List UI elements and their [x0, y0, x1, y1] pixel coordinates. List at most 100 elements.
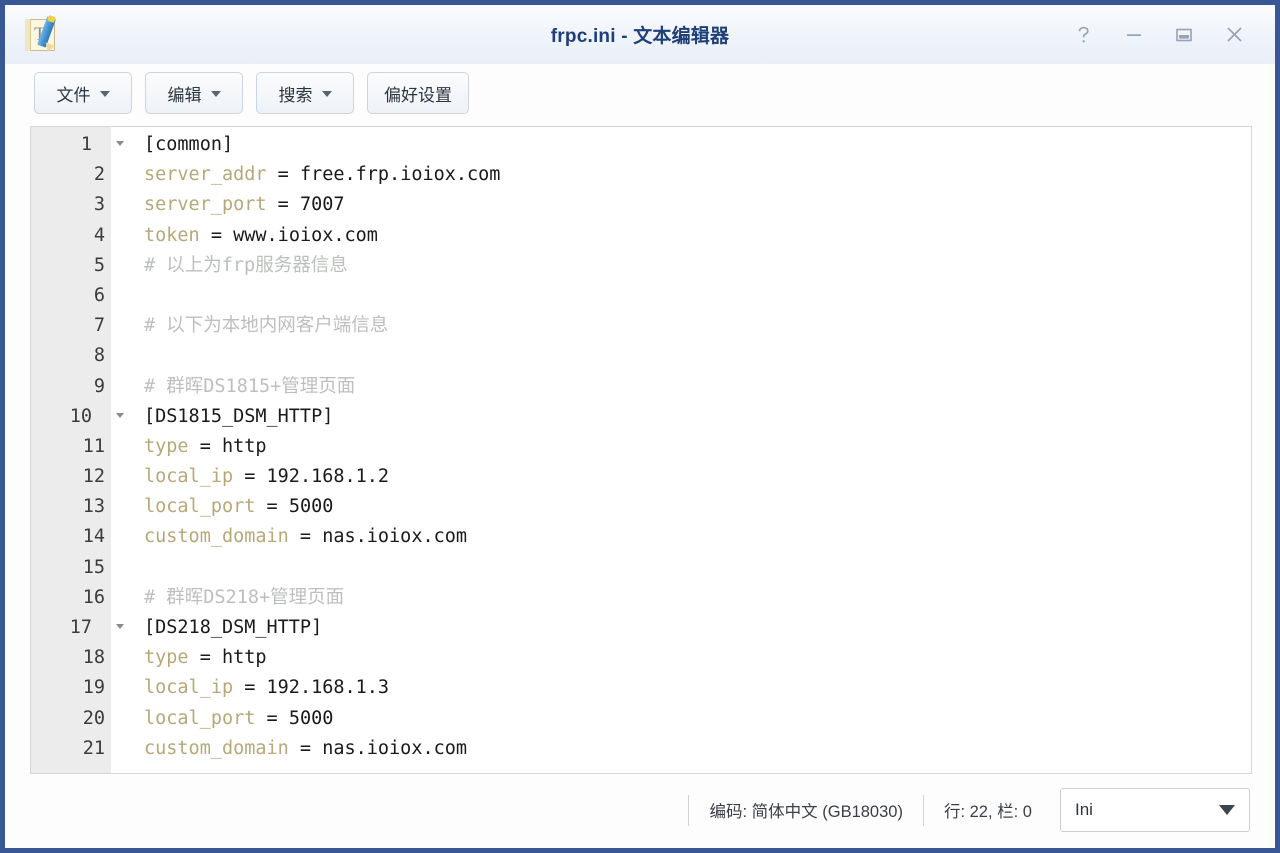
token-val: nas.ioiox.com [322, 526, 468, 548]
text-editor-icon: T [23, 14, 61, 54]
code-line[interactable]: # 以上为frp服务器信息 [144, 251, 1251, 281]
chevron-down-icon [321, 91, 332, 97]
menu-button-edit-label: 编辑 [167, 85, 202, 105]
menu-button-preferences-label: 偏好设置 [384, 85, 452, 105]
code-line[interactable]: local_ip = 192.168.1.3 [144, 673, 1251, 703]
menu-button-search-label: 搜索 [278, 85, 313, 105]
code-line[interactable]: local_ip = 192.168.1.2 [144, 462, 1251, 492]
token-key: custom_domain [144, 737, 289, 759]
code-line[interactable]: [common] [144, 130, 1251, 160]
code-line[interactable]: [DS218_DSM_HTTP] [144, 613, 1251, 643]
line-number: 17 [31, 613, 124, 643]
token-op: = [233, 677, 267, 699]
token-op: = [288, 526, 323, 548]
window-controls [1071, 22, 1261, 48]
code-line[interactable]: # 以下为本地内网客户端信息 [144, 311, 1251, 341]
token-op: = [288, 737, 323, 759]
token-op: = [199, 224, 234, 246]
line-number: 9 [93, 375, 105, 397]
line-number: 4 [93, 224, 105, 246]
token-comment: # 群晖DS218+管理页面 [144, 586, 345, 608]
token-op: = [233, 466, 267, 488]
cursor-position-status[interactable]: 行: 22, 栏: 0 [944, 798, 1032, 822]
token-section: [DS218_DSM_HTTP] [144, 617, 323, 638]
menu-button-file-label: 文件 [56, 85, 91, 105]
code-line[interactable] [144, 341, 1251, 371]
line-number: 12 [82, 466, 105, 488]
fold-toggle-icon[interactable] [116, 412, 124, 418]
token-val: 7007 [299, 194, 345, 216]
code-line[interactable] [144, 553, 1251, 583]
line-number: 18 [82, 647, 105, 669]
line-number: 13 [82, 496, 105, 518]
minimize-button[interactable] [1121, 22, 1147, 48]
token-key: local_port [144, 496, 256, 518]
token-key: server_addr [144, 164, 267, 186]
token-val: http [221, 435, 267, 457]
code-line[interactable]: server_addr = free.frp.ioiox.com [144, 160, 1251, 190]
editor-area[interactable]: 1 2 3 4 5 6 7 8 9 10 11 12 13 14 15 16 17 18 19 20 21 [commo… [30, 126, 1252, 774]
token-comment: # 以上为frp服务器信息 [144, 254, 348, 276]
line-number: 11 [82, 435, 105, 457]
token-val: 192.168.1.2 [266, 466, 390, 488]
code-line[interactable]: custom_domain = nas.ioiox.com [144, 734, 1251, 764]
code-line[interactable]: local_port = 5000 [144, 492, 1251, 522]
code-line[interactable] [144, 281, 1251, 311]
status-bar: 编码: 简体中文 (GB18030) 行: 22, 栏: 0 Ini [5, 774, 1275, 848]
status-separator [688, 794, 690, 826]
line-number: 21 [82, 737, 105, 759]
token-op: = [266, 194, 300, 216]
token-key: local_ip [144, 677, 234, 699]
line-number: 10 [31, 402, 124, 432]
line-number: 19 [82, 677, 105, 699]
token-key: token [144, 224, 200, 246]
line-number: 20 [82, 707, 105, 729]
token-key: local_port [144, 707, 256, 729]
language-select[interactable]: Ini [1060, 788, 1250, 832]
token-section: [DS1815_DSM_HTTP] [144, 405, 334, 427]
code-line[interactable]: # 群晖DS1815+管理页面 [144, 372, 1251, 402]
code-line[interactable]: custom_domain = nas.ioiox.com [144, 522, 1251, 552]
token-op: = [266, 164, 300, 186]
line-number: 7 [93, 315, 105, 337]
code-line[interactable]: type = http [144, 643, 1251, 673]
code-lines[interactable]: [common] server_addr = free.frp.ioiox.com… [111, 127, 1251, 773]
menu-button-preferences[interactable]: 偏好设置 [367, 72, 469, 114]
code-view: 1 2 3 4 5 6 7 8 9 10 11 12 13 14 15 16 17 18 19 20 21 [commo… [31, 127, 1251, 773]
help-button[interactable] [1071, 22, 1097, 48]
chevron-down-icon [1219, 805, 1235, 815]
close-button[interactable] [1221, 22, 1247, 48]
line-number: 5 [93, 254, 105, 276]
token-val: 5000 [288, 496, 334, 518]
line-number: 2 [93, 164, 105, 186]
token-val: 192.168.1.3 [266, 677, 390, 699]
maximize-button[interactable] [1171, 22, 1197, 48]
line-number: 8 [93, 345, 105, 367]
encoding-status[interactable]: 编码: 简体中文 (GB18030) [709, 798, 902, 822]
token-op: = [255, 707, 289, 729]
code-line[interactable]: type = http [144, 432, 1251, 462]
token-section: [common] [144, 134, 234, 155]
code-line[interactable]: [DS1815_DSM_HTTP] [144, 402, 1251, 432]
token-key: server_port [144, 194, 267, 216]
token-val: http [221, 647, 267, 669]
menu-button-search[interactable]: 搜索 [256, 72, 354, 114]
code-line[interactable]: # 群晖DS218+管理页面 [144, 583, 1251, 613]
token-comment: # 以下为本地内网客户端信息 [144, 315, 389, 337]
menu-button-edit[interactable]: 编辑 [145, 72, 243, 114]
token-val: nas.ioiox.com [322, 737, 468, 759]
status-separator [922, 794, 924, 826]
code-line[interactable]: local_port = 5000 [144, 704, 1251, 734]
code-line[interactable]: server_port = 7007 [144, 190, 1251, 220]
line-number-gutter: 1 2 3 4 5 6 7 8 9 10 11 12 13 14 15 16 17 18 19 20 21 [31, 127, 124, 773]
line-number: 14 [82, 526, 105, 548]
token-op: = [255, 496, 289, 518]
token-val: 5000 [288, 707, 334, 729]
chevron-down-icon [99, 91, 110, 97]
language-select-value: Ini [1075, 800, 1093, 819]
fold-toggle-icon[interactable] [116, 141, 124, 146]
code-line[interactable]: token = www.ioiox.com [144, 221, 1251, 251]
line-number: 16 [82, 586, 105, 608]
fold-toggle-icon[interactable] [116, 624, 124, 629]
menu-button-file[interactable]: 文件 [34, 72, 132, 114]
